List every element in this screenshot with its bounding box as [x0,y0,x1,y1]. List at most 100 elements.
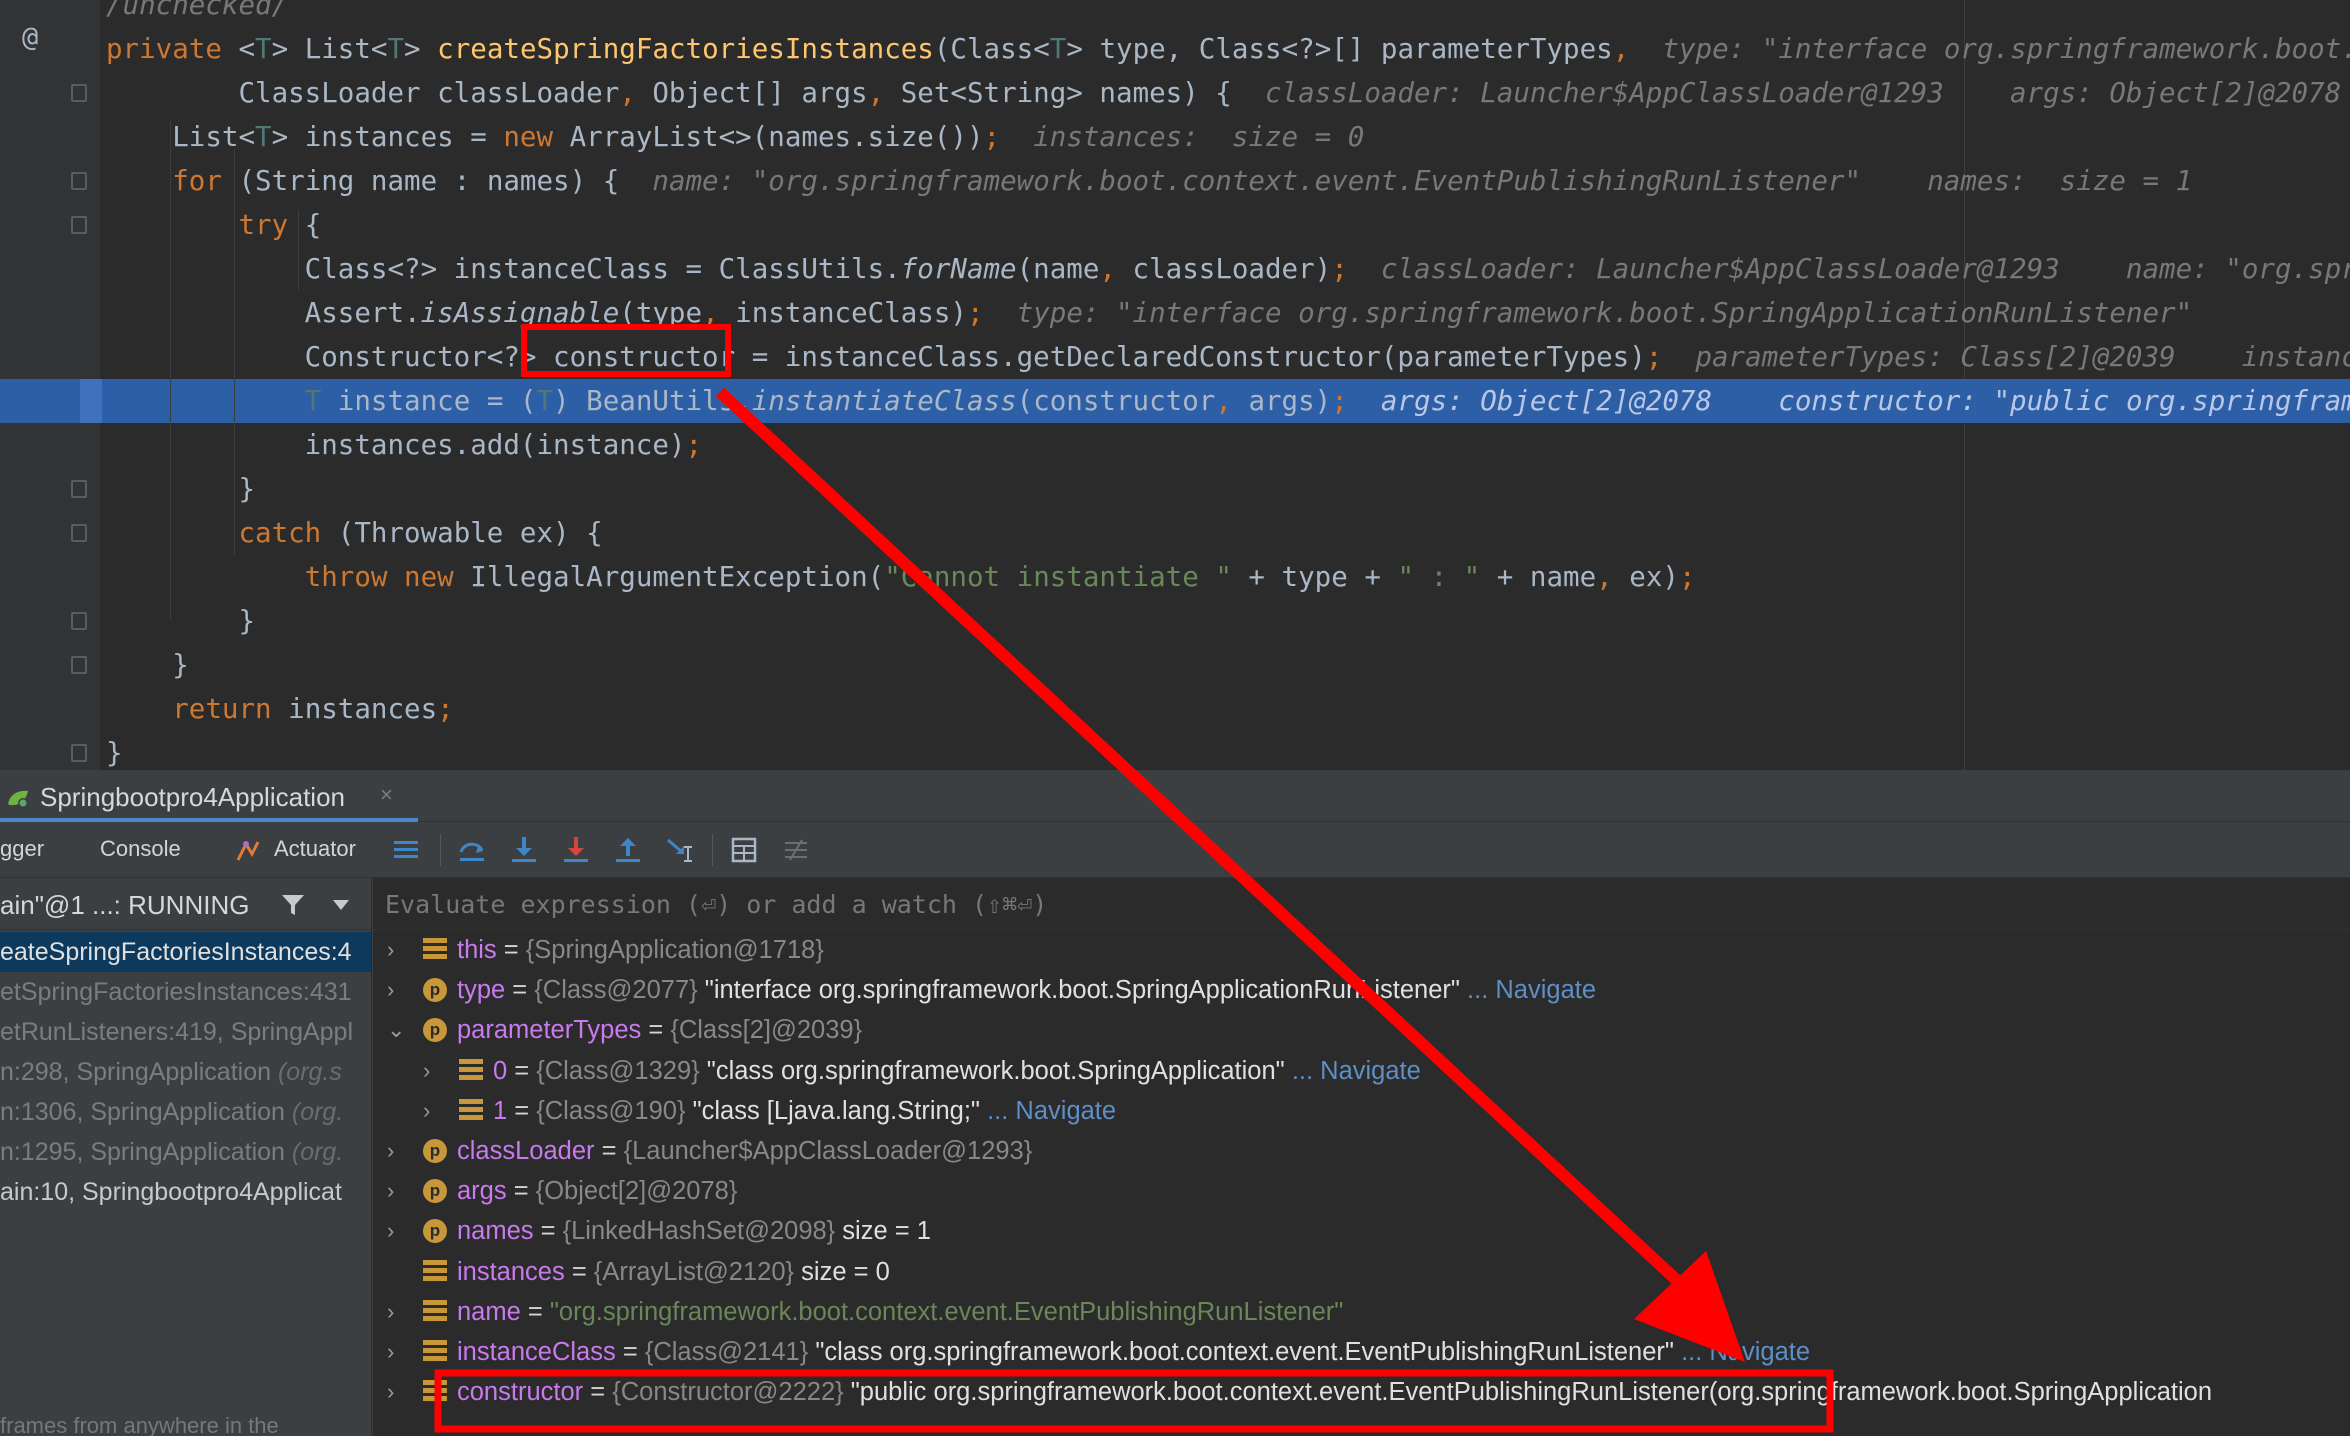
navigate-link[interactable]: ... Navigate [1292,1057,1421,1085]
variable-row[interactable]: › 0 = {Class@1329} "class org.springframe… [373,1051,2350,1091]
code-token: } [106,737,123,769]
code-token: args) [1231,385,1332,417]
stack-frame[interactable]: etRunListeners:419, SpringAppl [0,1012,371,1052]
code-editor[interactable]: @ /unchecked/private <T> List<T> createS… [0,0,2350,770]
variable-row[interactable]: › p names = {LinkedHashSet@2098} size = 1 [373,1211,2350,1251]
code-token: Class<?> instanceClass = ClassUtils. [106,253,901,285]
fold-marker-icon[interactable] [71,524,87,542]
fold-marker-icon[interactable] [71,480,87,498]
stack-frame[interactable]: ain:10, Springbootpro4Applicat [0,1172,371,1212]
navigate-link[interactable]: ... Navigate [987,1097,1116,1125]
force-step-into-icon[interactable] [560,834,592,866]
variable-row[interactable]: instances = {ArrayList@2120} size = 0 [373,1252,2350,1292]
variable-row[interactable]: › 1 = {Class@190} "class [Ljava.lang.Stri… [373,1091,2350,1131]
expand-arrow-icon[interactable]: › [387,970,407,1010]
thread-label: ain"@1 ...: RUNNING [0,890,250,920]
code-line[interactable]: /unchecked/ [0,0,2350,27]
expand-arrow-icon[interactable]: › [423,1091,443,1131]
stack-frame[interactable]: n:1295, SpringApplication (org. [0,1132,371,1172]
code-line[interactable]: } [0,599,2350,643]
parameter-icon: p [423,1139,447,1163]
fold-marker-icon[interactable] [71,744,87,762]
debug-session-tab[interactable]: Springbootpro4Application × [0,770,418,822]
fold-marker-icon[interactable] [71,612,87,630]
fold-marker-icon[interactable] [71,216,87,234]
current-execution-line[interactable]: T instance = (T) BeanUtils.instantiateCl… [0,379,2350,423]
fold-marker-icon[interactable] [71,84,87,102]
stack-frame[interactable]: etSpringFactoriesInstances:431 [0,972,371,1012]
show-execution-point-icon[interactable] [390,834,422,866]
expand-arrow-icon[interactable]: › [387,1171,407,1211]
variable-row[interactable]: › p args = {Object[2]@2078} [373,1171,2350,1211]
variable-row[interactable]: › name = "org.springframework.boot.contex… [373,1292,2350,1332]
code-line[interactable]: try { [0,203,2350,247]
fold-marker-icon[interactable] [71,172,87,190]
variable-row[interactable]: › constructor = {Constructor@2222} "publi… [373,1372,2350,1412]
code-line[interactable]: ClassLoader classLoader, Object[] args, … [0,71,2350,115]
code-text: List<T> instances = new ArrayList<>(name… [106,115,1364,159]
code-line[interactable]: } [0,643,2350,687]
code-line[interactable]: } [0,467,2350,511]
step-out-icon[interactable] [612,834,644,866]
code-line[interactable]: Constructor<?> constructor = instanceCla… [0,335,2350,379]
expand-arrow-icon[interactable]: › [387,1332,407,1372]
code-line[interactable]: Assert.isAssignable(type, instanceClass)… [0,291,2350,335]
trace-current-stream-icon[interactable] [780,834,812,866]
code-line[interactable]: catch (Throwable ex) { [0,511,2350,555]
run-to-cursor-icon[interactable] [664,834,696,866]
evaluate-expression-input[interactable] [385,886,2335,922]
expand-arrow-icon[interactable]: › [387,1372,407,1412]
expand-arrow-icon[interactable]: › [387,1131,407,1171]
code-line[interactable]: List<T> instances = new ArrayList<>(name… [0,115,2350,159]
variable-row[interactable]: › this = {SpringApplication@1718} [373,930,2350,970]
code-line[interactable]: throw new IllegalArgumentException("Cann… [0,555,2350,599]
variable-value: "class org.springframework.boot.SpringAp… [706,1056,1285,1085]
code-text: ClassLoader classLoader, Object[] args, … [106,71,2350,115]
code-token: forName [900,253,1017,285]
code-token: ClassLoader classLoader [106,77,620,109]
tab-console[interactable]: Console [100,836,181,862]
code-line[interactable]: for (String name : names) { name: "org.s… [0,159,2350,203]
code-token: try [238,209,305,241]
equals-sign: = [583,1378,613,1407]
stack-frame[interactable]: n:298, SpringApplication (org.s [0,1052,371,1092]
debug-session-title: Springbootpro4Application [40,782,345,812]
tab-actuator[interactable]: Actuator [274,836,356,862]
stack-frame[interactable]: eateSpringFactoriesInstances:4 [0,932,371,972]
expand-arrow-icon[interactable]: › [387,1292,407,1332]
step-over-icon[interactable] [456,834,488,866]
variable-row[interactable]: › instanceClass = {Class@2141} "class org… [373,1332,2350,1372]
variable-row[interactable]: ⌄ p parameterTypes = {Class[2]@2039} [373,1010,2350,1050]
inline-debug-value: /unchecked/ [106,0,289,21]
tab-debugger[interactable]: gger [0,836,44,862]
collapse-arrow-icon[interactable]: ⌄ [387,1010,407,1050]
close-tab-icon[interactable]: × [380,782,393,808]
indent-guide [298,210,299,290]
expand-arrow-icon[interactable]: › [387,1211,407,1251]
variable-row[interactable]: › p type = {Class@2077} "interface org.spr… [373,970,2350,1010]
expand-arrow-icon[interactable]: › [423,1051,443,1091]
step-into-icon[interactable] [508,834,540,866]
code-token: ) BeanUtils. [553,385,752,417]
code-line[interactable]: private <T> List<T> createSpringFactorie… [0,27,2350,71]
filter-icon[interactable] [280,892,306,918]
variable-name: parameterTypes [457,1016,642,1045]
fold-marker-icon[interactable] [71,656,87,674]
code-line[interactable]: instances.add(instance); [0,423,2350,467]
thread-selector[interactable]: ain"@1 ...: RUNNING [0,878,371,930]
evaluate-expression-icon[interactable] [728,834,760,866]
variable-type: {Class@190} [536,1096,686,1125]
evaluate-bar [373,878,2350,930]
code-token: for [172,165,239,197]
expand-arrow-icon[interactable]: › [387,930,407,970]
stack-frame[interactable]: n:1306, SpringApplication (org. [0,1092,371,1132]
variable-row[interactable]: › p classLoader = {Launcher$AppClassLoader… [373,1131,2350,1171]
code-line[interactable]: Class<?> instanceClass = ClassUtils.forN… [0,247,2350,291]
navigate-link[interactable]: ... Navigate [1467,976,1596,1004]
code-line[interactable]: return instances; [0,687,2350,731]
stack-frame-label: n:1295, SpringApplication [0,1138,292,1166]
navigate-link[interactable]: ... Navigate [1681,1338,1810,1366]
code-line[interactable]: } [0,731,2350,770]
chevron-down-icon[interactable] [332,898,350,912]
equals-sign: = [533,1217,563,1246]
